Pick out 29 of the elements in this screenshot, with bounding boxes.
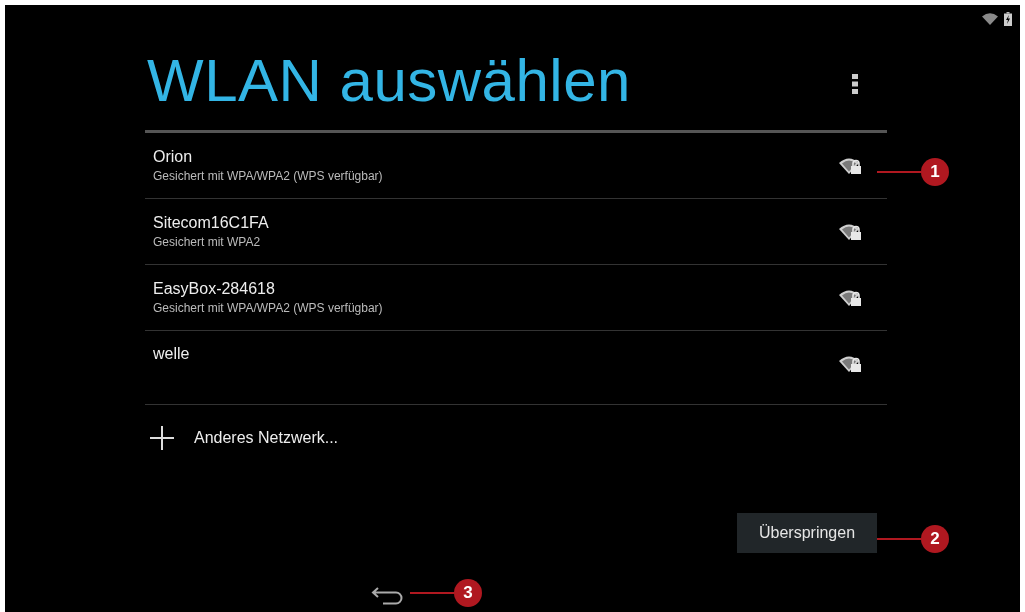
callout-number: 1 <box>921 158 949 186</box>
leader-line <box>877 538 921 540</box>
leader-line <box>410 592 454 594</box>
back-icon[interactable] <box>371 586 403 606</box>
callout-number: 2 <box>921 525 949 553</box>
wifi-lock-icon <box>839 156 863 175</box>
overflow-menu-icon[interactable] <box>852 74 858 94</box>
network-name: EasyBox-284618 <box>153 280 276 298</box>
network-security: Gesichert mit WPA/WPA2 (WPS verfügbar) <box>153 169 383 183</box>
network-list-item[interactable]: Sitecom16C1FA Gesichert mit WPA2 <box>145 199 887 265</box>
add-network-item[interactable]: Anderes Netzwerk... <box>145 405 887 471</box>
network-list-item[interactable]: EasyBox-284618 Gesichert mit WPA/WPA2 (WPS verfügbar) <box>145 265 887 331</box>
wifi-lock-icon <box>839 288 863 307</box>
page-title: WLAN auswählen <box>147 45 631 115</box>
wifi-lock-icon <box>839 355 863 373</box>
wifi-signal-icon <box>982 13 998 25</box>
leader-line <box>877 171 921 173</box>
battery-charging-icon <box>1004 12 1012 26</box>
network-security: Gesichert mit WPA/WPA2 (WPS verfügbar) <box>153 301 383 315</box>
network-list-item[interactable]: welle <box>145 331 887 405</box>
plus-icon <box>150 426 174 450</box>
wifi-lock-icon <box>839 222 863 241</box>
network-name: Sitecom16C1FA <box>153 214 269 232</box>
network-name: welle <box>153 345 190 363</box>
network-list-item[interactable]: Orion Gesichert mit WPA/WPA2 (WPS verfügbar) <box>145 133 887 199</box>
network-security: Gesichert mit WPA2 <box>153 235 262 249</box>
network-name: Orion <box>153 148 194 166</box>
callout-number: 3 <box>454 579 482 607</box>
skip-button[interactable]: Überspringen <box>737 513 877 553</box>
